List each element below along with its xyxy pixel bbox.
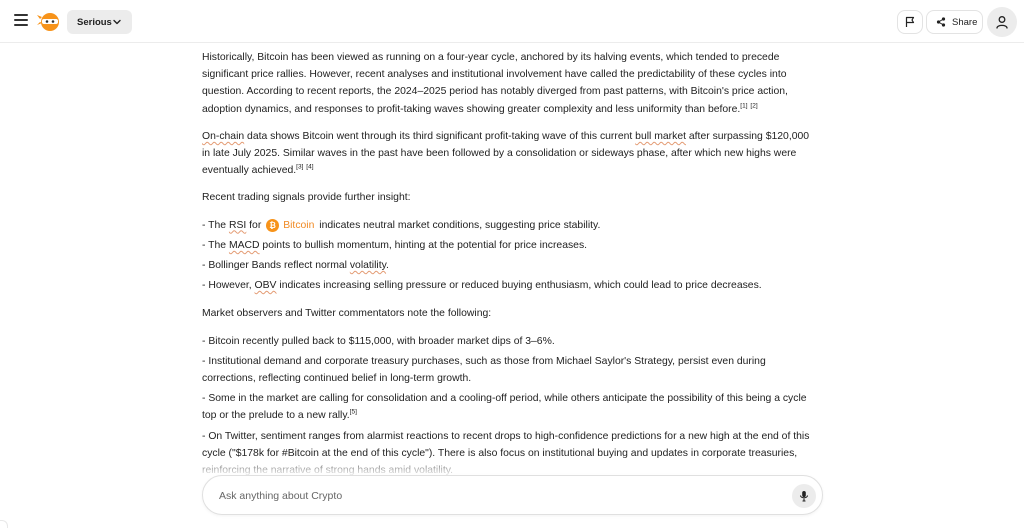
microphone-icon <box>799 491 809 502</box>
share-icon <box>936 17 946 27</box>
mode-label: Serious <box>77 16 112 28</box>
report-button[interactable] <box>897 10 923 34</box>
citation-ref[interactable]: [5] <box>350 409 357 416</box>
paragraph-observers-intro: Market observers and Twitter commentator… <box>202 308 492 320</box>
paragraph-cycles: Historically, Bitcoin has been viewed as… <box>202 52 788 115</box>
hamburger-menu-icon[interactable] <box>14 14 28 28</box>
voice-input-button[interactable] <box>792 484 816 508</box>
user-avatar[interactable] <box>987 7 1017 37</box>
ninja-logo-icon[interactable] <box>37 11 61 33</box>
top-bar: Serious Share <box>0 0 1024 43</box>
citation-ref[interactable]: [2] <box>750 102 757 109</box>
citation-ref[interactable]: [3] <box>296 164 303 171</box>
citation-ref[interactable]: [1] <box>740 102 747 109</box>
scroll-fade <box>0 455 1024 477</box>
bitcoin-coin-icon: ₿ <box>266 218 280 232</box>
chevron-down-icon <box>113 19 121 25</box>
chat-composer <box>202 475 823 515</box>
bitcoin-link[interactable]: ₿ Bitcoin <box>266 217 314 234</box>
list-item-observation: - Bitcoin recently pulled back to $115,0… <box>202 335 555 347</box>
chat-input[interactable] <box>219 487 759 505</box>
list-item-observation: - Some in the market are calling for con… <box>202 393 807 422</box>
citation-ref[interactable]: [4] <box>306 164 313 171</box>
user-icon <box>996 16 1008 29</box>
list-item-observation: - Institutional demand and corporate tre… <box>202 355 766 385</box>
share-button[interactable]: Share <box>926 10 983 34</box>
list-item-bollinger: - Bollinger Bands reflect normal volatil… <box>202 260 389 272</box>
paragraph-onchain: On-chain data shows Bitcoin went through… <box>202 130 810 177</box>
corner-decoration <box>0 520 8 528</box>
list-item-rsi: - The RSI for ₿ Bitcoin indicates neutral… <box>202 217 814 234</box>
paragraph-signals-intro: Recent trading signals provide further i… <box>202 192 411 204</box>
flag-icon <box>905 16 915 27</box>
mode-selector-button[interactable]: Serious <box>67 10 132 34</box>
chat-response: Historically, Bitcoin has been viewed as… <box>202 49 814 475</box>
share-label: Share <box>952 16 978 28</box>
list-item-obv: - However, OBV indicates increasing sell… <box>202 280 762 292</box>
list-item-macd: - The MACD points to bullish momentum, h… <box>202 239 588 251</box>
